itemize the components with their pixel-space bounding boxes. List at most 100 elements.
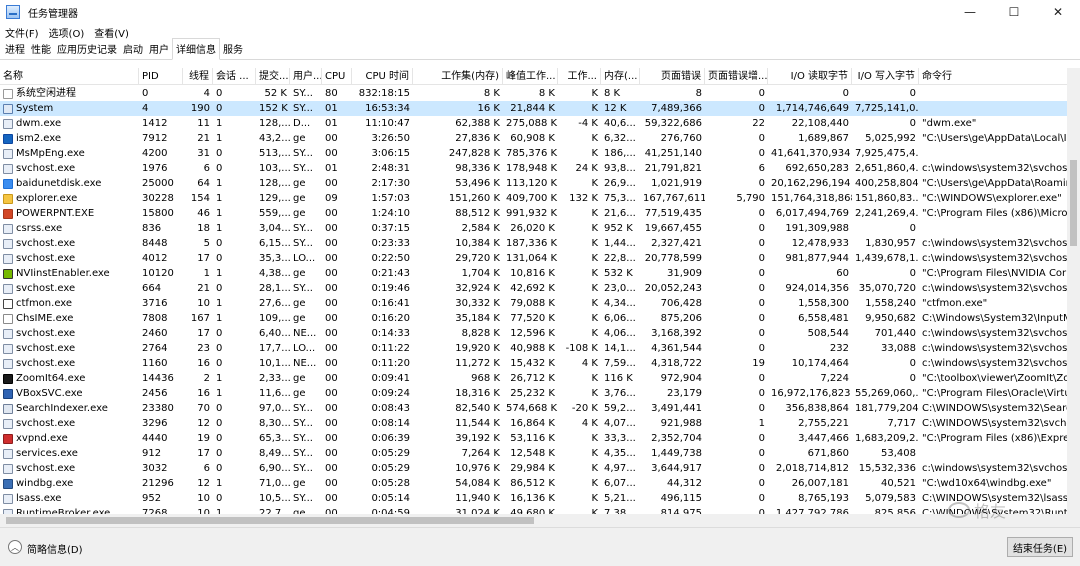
col-io-read-cell: 20,162,296,194: [771, 178, 851, 189]
details-table: 名称 PID 线程 会话 ... 提交... 用户... CPU CPU 时间 工作集(内存) 峰…: [0, 68, 1080, 514]
table-row[interactable]: MsMpEng.exe 4200 31 0 513,... SY... 00 3:06:15 2…: [0, 146, 1080, 161]
col-cpu-time-header[interactable]: CPU 时间: [352, 68, 413, 85]
col-cpu-time-cell: 0:05:28: [371, 478, 410, 489]
col-command-line-cell: C:\WINDOWS\system32\Searchl: [922, 403, 1080, 414]
col-io-write-cell: 33,088: [881, 343, 916, 354]
process-name-text: windbg.exe: [16, 478, 74, 489]
table-row[interactable]: svchost.exe 4012 17 0 35,3... LO... 00 0:22:50 2…: [0, 251, 1080, 266]
window-process-icon: [3, 418, 13, 429]
process-name: svchost.exe: [0, 161, 139, 176]
col-threads-cell: 31: [197, 148, 210, 159]
tab-processes[interactable]: 进程: [2, 39, 28, 59]
less-details-link[interactable]: 简略信息(D): [27, 541, 83, 556]
col-memory-cell: 532 K: [604, 268, 633, 279]
table-row[interactable]: svchost.exe 1976 6 0 103,... SY... 01 2:48:31 98…: [0, 161, 1080, 176]
col-command-line-header[interactable]: 命令行: [919, 68, 1080, 85]
col-working-set-cell: 8 K: [483, 88, 500, 99]
col-user-header[interactable]: 用户...: [290, 68, 322, 85]
col-threads-header[interactable]: 线程: [183, 68, 213, 85]
table-row[interactable]: System 4 190 0 152 K SY... 01 16:53:34 16 K 21,84…: [0, 101, 1080, 116]
col-session-cell: 1: [216, 178, 223, 189]
table-row[interactable]: ctfmon.exe 3716 10 1 27,6... ge 00 0:16:41 30,33…: [0, 296, 1080, 311]
menu-options[interactable]: 选项(O): [44, 25, 90, 40]
col-working-set-cell: 35,184 K: [455, 313, 500, 324]
horizontal-scrollbar[interactable]: [0, 514, 1067, 527]
col-working-set-delta-cell: K: [591, 493, 598, 504]
table-row[interactable]: NVIinstEnabler.exe 10120 1 1 4,38... ge 00 0:21…: [0, 266, 1080, 281]
col-page-fault-delta-header[interactable]: 页面错误增...: [705, 68, 768, 85]
col-memory-cell: 93,8...: [604, 163, 636, 174]
table-row[interactable]: svchost.exe 3032 6 0 6,90... SY... 00 0:05:29 10…: [0, 461, 1080, 476]
col-memory-cell: 22,8...: [604, 253, 636, 264]
col-memory-header[interactable]: 内存(...: [601, 68, 640, 85]
table-row[interactable]: svchost.exe 1160 16 0 10,1... NE... 00 0:11:20 1…: [0, 356, 1080, 371]
horizontal-scroll-thumb[interactable]: [6, 517, 534, 524]
col-io-read-header[interactable]: I/O 读取字节: [768, 68, 852, 85]
col-pid-header[interactable]: PID: [139, 68, 183, 85]
col-pid-cell: 4200: [142, 148, 168, 159]
col-name-header[interactable]: 名称: [0, 68, 139, 85]
col-user-cell: LO...: [293, 343, 316, 354]
table-row[interactable]: lsass.exe 952 10 0 10,5... SY... 00 0:05:14 11,9…: [0, 491, 1080, 506]
tab-users[interactable]: 用户: [146, 39, 172, 59]
scrollbar-corner: [1067, 514, 1080, 527]
col-working-set-delta-cell: K: [591, 223, 598, 234]
table-row[interactable]: services.exe 912 17 0 8,49... SY... 00 0:05:29 7…: [0, 446, 1080, 461]
table-row[interactable]: svchost.exe 2460 17 0 6,40... NE... 00 0:14:33 8…: [0, 326, 1080, 341]
col-working-set-delta-cell: -108 K: [565, 343, 598, 354]
table-row[interactable]: dwm.exe 1412 11 1 128,... D... 01 11:10:47 62,38…: [0, 116, 1080, 131]
col-session-header[interactable]: 会话 ...: [213, 68, 256, 85]
table-row[interactable]: ChsIME.exe 7808 167 1 109,... ge 00 0:16:20 35,1…: [0, 311, 1080, 326]
col-command-line-cell: [919, 446, 1080, 461]
col-commit-header[interactable]: 提交...: [256, 68, 290, 85]
vertical-scroll-thumb[interactable]: [1070, 160, 1077, 246]
table-row[interactable]: ZoomIt64.exe 14436 2 1 2,33... ge 00 0:09:41 968…: [0, 371, 1080, 386]
tab-performance[interactable]: 性能: [28, 39, 54, 59]
col-peak-working-set-header[interactable]: 峰值工作...: [503, 68, 558, 85]
table-row[interactable]: svchost.exe 664 21 0 28,1... SY... 00 0:19:46 32…: [0, 281, 1080, 296]
table-row[interactable]: xvpnd.exe 4440 19 0 65,3... SY... 00 0:06:39 39,…: [0, 431, 1080, 446]
col-user-cell: ge: [293, 208, 306, 219]
col-cpu-header[interactable]: CPU: [322, 68, 352, 85]
tab-app-history[interactable]: 应用历史记录: [54, 39, 120, 59]
table-row[interactable]: windbg.exe 21296 12 1 71,0... ge 00 0:05:28 54,0…: [0, 476, 1080, 491]
menu-view[interactable]: 查看(V): [89, 25, 134, 40]
col-working-set-delta-header[interactable]: 工作...: [558, 68, 601, 85]
table-row[interactable]: RuntimeBroker.exe 7268 10 1 22,7... ge 00 0:04:…: [0, 506, 1080, 514]
col-working-set-header[interactable]: 工作集(内存): [413, 68, 503, 85]
table-row[interactable]: svchost.exe 8448 5 0 6,15... SY... 00 0:23:33 10…: [0, 236, 1080, 251]
col-peak-working-set-cell: 29,984 K: [510, 463, 555, 474]
table-row[interactable]: VBoxSVC.exe 2456 16 1 11,6... ge 00 0:09:24 18,3…: [0, 386, 1080, 401]
table-row[interactable]: baidunetdisk.exe 25000 64 1 128,... ge 00 2:17:…: [0, 176, 1080, 191]
col-working-set-cell: 1,704 K: [461, 268, 500, 279]
table-row[interactable]: SearchIndexer.exe 23380 70 0 97,0... SY... 00 0…: [0, 401, 1080, 416]
tab-details[interactable]: 详细信息: [172, 38, 220, 60]
table-row[interactable]: 系统空闲进程 0 4 0 52 K SY... 80 832:18:15 8 K8 KK8 K8…: [0, 86, 1080, 101]
tab-startup[interactable]: 启动: [120, 39, 146, 59]
table-row[interactable]: ism2.exe 7912 21 1 43,2... ge 00 3:26:50 27,836 …: [0, 131, 1080, 146]
tab-services[interactable]: 服务: [220, 39, 246, 59]
col-page-faults-header[interactable]: 页面错误: [640, 68, 705, 85]
chevron-up-icon[interactable]: ︿: [8, 540, 22, 554]
table-row[interactable]: POWERPNT.EXE 15800 46 1 559,... ge 00 1:24:10 88…: [0, 206, 1080, 221]
vertical-scrollbar[interactable]: [1067, 68, 1080, 514]
col-pid-cell: 2764: [142, 343, 168, 354]
col-cpu-time-cell: 0:16:20: [371, 313, 410, 324]
col-io-read-cell: 356,838,864: [785, 403, 849, 414]
table-row[interactable]: csrss.exe 836 18 1 3,04... SY... 00 0:37:15 2,58…: [0, 221, 1080, 236]
col-io-write-header[interactable]: I/O 写入字节: [852, 68, 919, 85]
col-memory-cell: 4,07...: [604, 418, 636, 429]
col-pid-cell: 23380: [142, 403, 174, 414]
table-row[interactable]: svchost.exe 3296 12 0 8,30... SY... 00 0:08:14 1…: [0, 416, 1080, 431]
end-task-button[interactable]: 结束任务(E): [1007, 537, 1073, 557]
col-page-fault-delta-cell: 0: [758, 343, 765, 354]
col-user-cell: SY...: [293, 463, 313, 474]
close-button[interactable]: ✕: [1036, 0, 1080, 24]
table-row[interactable]: explorer.exe 30228 154 1 129,... ge 09 1:57:03 1…: [0, 191, 1080, 206]
minimize-button[interactable]: —: [948, 0, 992, 24]
table-row[interactable]: svchost.exe 2764 23 0 17,7... LO... 00 0:11:22 1…: [0, 341, 1080, 356]
maximize-button[interactable]: ☐: [992, 0, 1036, 24]
menu-file[interactable]: 文件(F): [0, 25, 44, 40]
process-name: POWERPNT.EXE: [0, 206, 139, 221]
col-command-line-cell: c:\windows\system32\svchost.e: [922, 163, 1080, 174]
